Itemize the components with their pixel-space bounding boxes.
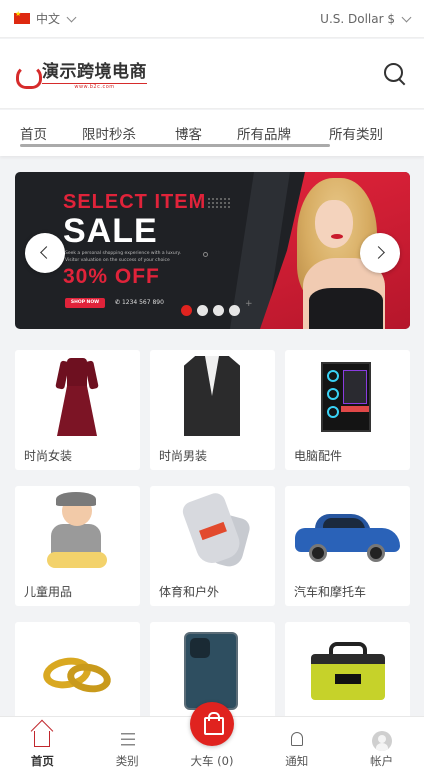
chevron-down-icon (66, 12, 77, 22)
tool-bag-icon (285, 622, 410, 712)
language-selector[interactable]: 中文 (14, 10, 77, 27)
carousel-dot[interactable] (229, 305, 240, 316)
banner-title: SELECT ITEM (63, 191, 206, 214)
jacket-icon (150, 350, 275, 440)
china-flag-icon (14, 10, 30, 24)
bottom-nav-label: 帐户 (370, 754, 394, 768)
carousel-dot[interactable] (197, 305, 208, 316)
category-card-kids[interactable]: 儿童用品 (15, 486, 140, 606)
carousel-dots (181, 305, 240, 316)
nav-item-home[interactable]: 首页 (20, 123, 82, 143)
pc-case-icon (285, 350, 410, 440)
nav-item-all-categories[interactable]: 所有类别 (329, 123, 419, 143)
banner-title-white: SELECT (63, 191, 148, 213)
banner-plus-decoration: + (245, 299, 253, 309)
category-label: 体育和户外 (159, 585, 220, 599)
shopping-bag-icon[interactable] (190, 702, 234, 746)
banner-discount: 30% OFF (63, 265, 160, 289)
nav-item-flash-sale[interactable]: 限时秒杀 (82, 123, 175, 143)
carousel-prev-button[interactable] (25, 233, 65, 273)
category-card-sports-outdoors[interactable]: 体育和户外 (150, 486, 275, 606)
banner-discount-off: OFF (114, 265, 160, 288)
carousel-dot[interactable] (213, 305, 224, 316)
category-card-computer-accessories[interactable]: 电脑配件 (285, 350, 410, 470)
bell-icon (290, 732, 303, 746)
banner-title-red: ITEM (154, 191, 207, 213)
logo-subtext: www.b2c.com (42, 83, 147, 90)
logo-text: 演示跨境电商 (42, 62, 147, 82)
bottom-nav-categories[interactable]: 类别 (92, 719, 162, 769)
category-card-womens-fashion[interactable]: 时尚女装 (15, 350, 140, 470)
phone-icon (150, 622, 275, 712)
carousel-next-button[interactable] (360, 233, 400, 273)
bottom-nav-label: 首页 (30, 754, 54, 768)
category-label: 时尚女装 (24, 449, 73, 463)
bottom-nav-notifications[interactable]: 通知 (262, 719, 332, 769)
category-label: 时尚男装 (159, 449, 208, 463)
banner-phone: 1234 567 890 (115, 298, 164, 308)
site-logo[interactable]: 演示跨境电商 www.b2c.com (16, 57, 147, 90)
dress-icon (15, 350, 140, 440)
category-label: 儿童用品 (24, 585, 73, 599)
logo-mark-icon (16, 63, 42, 89)
bottom-nav-label: 类别 (115, 754, 139, 768)
nav-item-blog[interactable]: 博客 (175, 123, 237, 143)
currency-label: U.S. Dollar $ (320, 11, 395, 26)
search-icon[interactable] (382, 61, 408, 87)
banner-discount-percent: 30% (63, 265, 109, 288)
category-card-mens-fashion[interactable]: 时尚男装 (150, 350, 275, 470)
category-label: 电脑配件 (294, 449, 343, 463)
avatar (371, 731, 392, 751)
bottom-nav-label: 通知 (285, 754, 309, 768)
banner-circle-decoration (203, 252, 208, 257)
nav-scrollbar[interactable] (20, 144, 330, 147)
bottom-nav-label: 大车 (0) (190, 754, 234, 768)
carousel-dot[interactable] (181, 305, 192, 316)
currency-selector[interactable]: U.S. Dollar $ (320, 11, 412, 26)
header: 演示跨境电商 www.b2c.com (0, 39, 424, 109)
bottom-nav-home[interactable]: 首页 (7, 719, 77, 769)
banner-dot-pattern (207, 197, 231, 209)
car-icon (285, 486, 410, 576)
category-label: 汽车和摩托车 (294, 585, 367, 599)
banner-description: Seek a personal shopping experience with… (65, 251, 181, 263)
top-bar: 中文 U.S. Dollar $ (0, 0, 424, 38)
rings-icon (15, 622, 140, 712)
chevron-down-icon (401, 12, 412, 22)
gloves-icon (150, 486, 275, 576)
shop-now-button[interactable]: SHOP NOW (65, 298, 105, 308)
list-icon (121, 733, 136, 747)
category-grid: 时尚女装 时尚男装 电脑配件 儿童用品 体育和户外 汽车和摩托车 (15, 350, 410, 742)
page: 中文 U.S. Dollar $ 演示跨境电商 www.b2c.com 首页 限… (0, 0, 424, 774)
nav-item-all-brands[interactable]: 所有品牌 (237, 123, 329, 143)
baby-icon (15, 486, 140, 576)
main-nav: 首页 限时秒杀 博客 所有品牌 所有类别 (0, 110, 424, 156)
banner-headline: SALE (63, 212, 158, 250)
home-icon (34, 731, 51, 747)
language-label: 中文 (36, 12, 61, 26)
category-card-automotive[interactable]: 汽车和摩托车 (285, 486, 410, 606)
bottom-nav-account[interactable]: 帐户 (347, 719, 417, 769)
